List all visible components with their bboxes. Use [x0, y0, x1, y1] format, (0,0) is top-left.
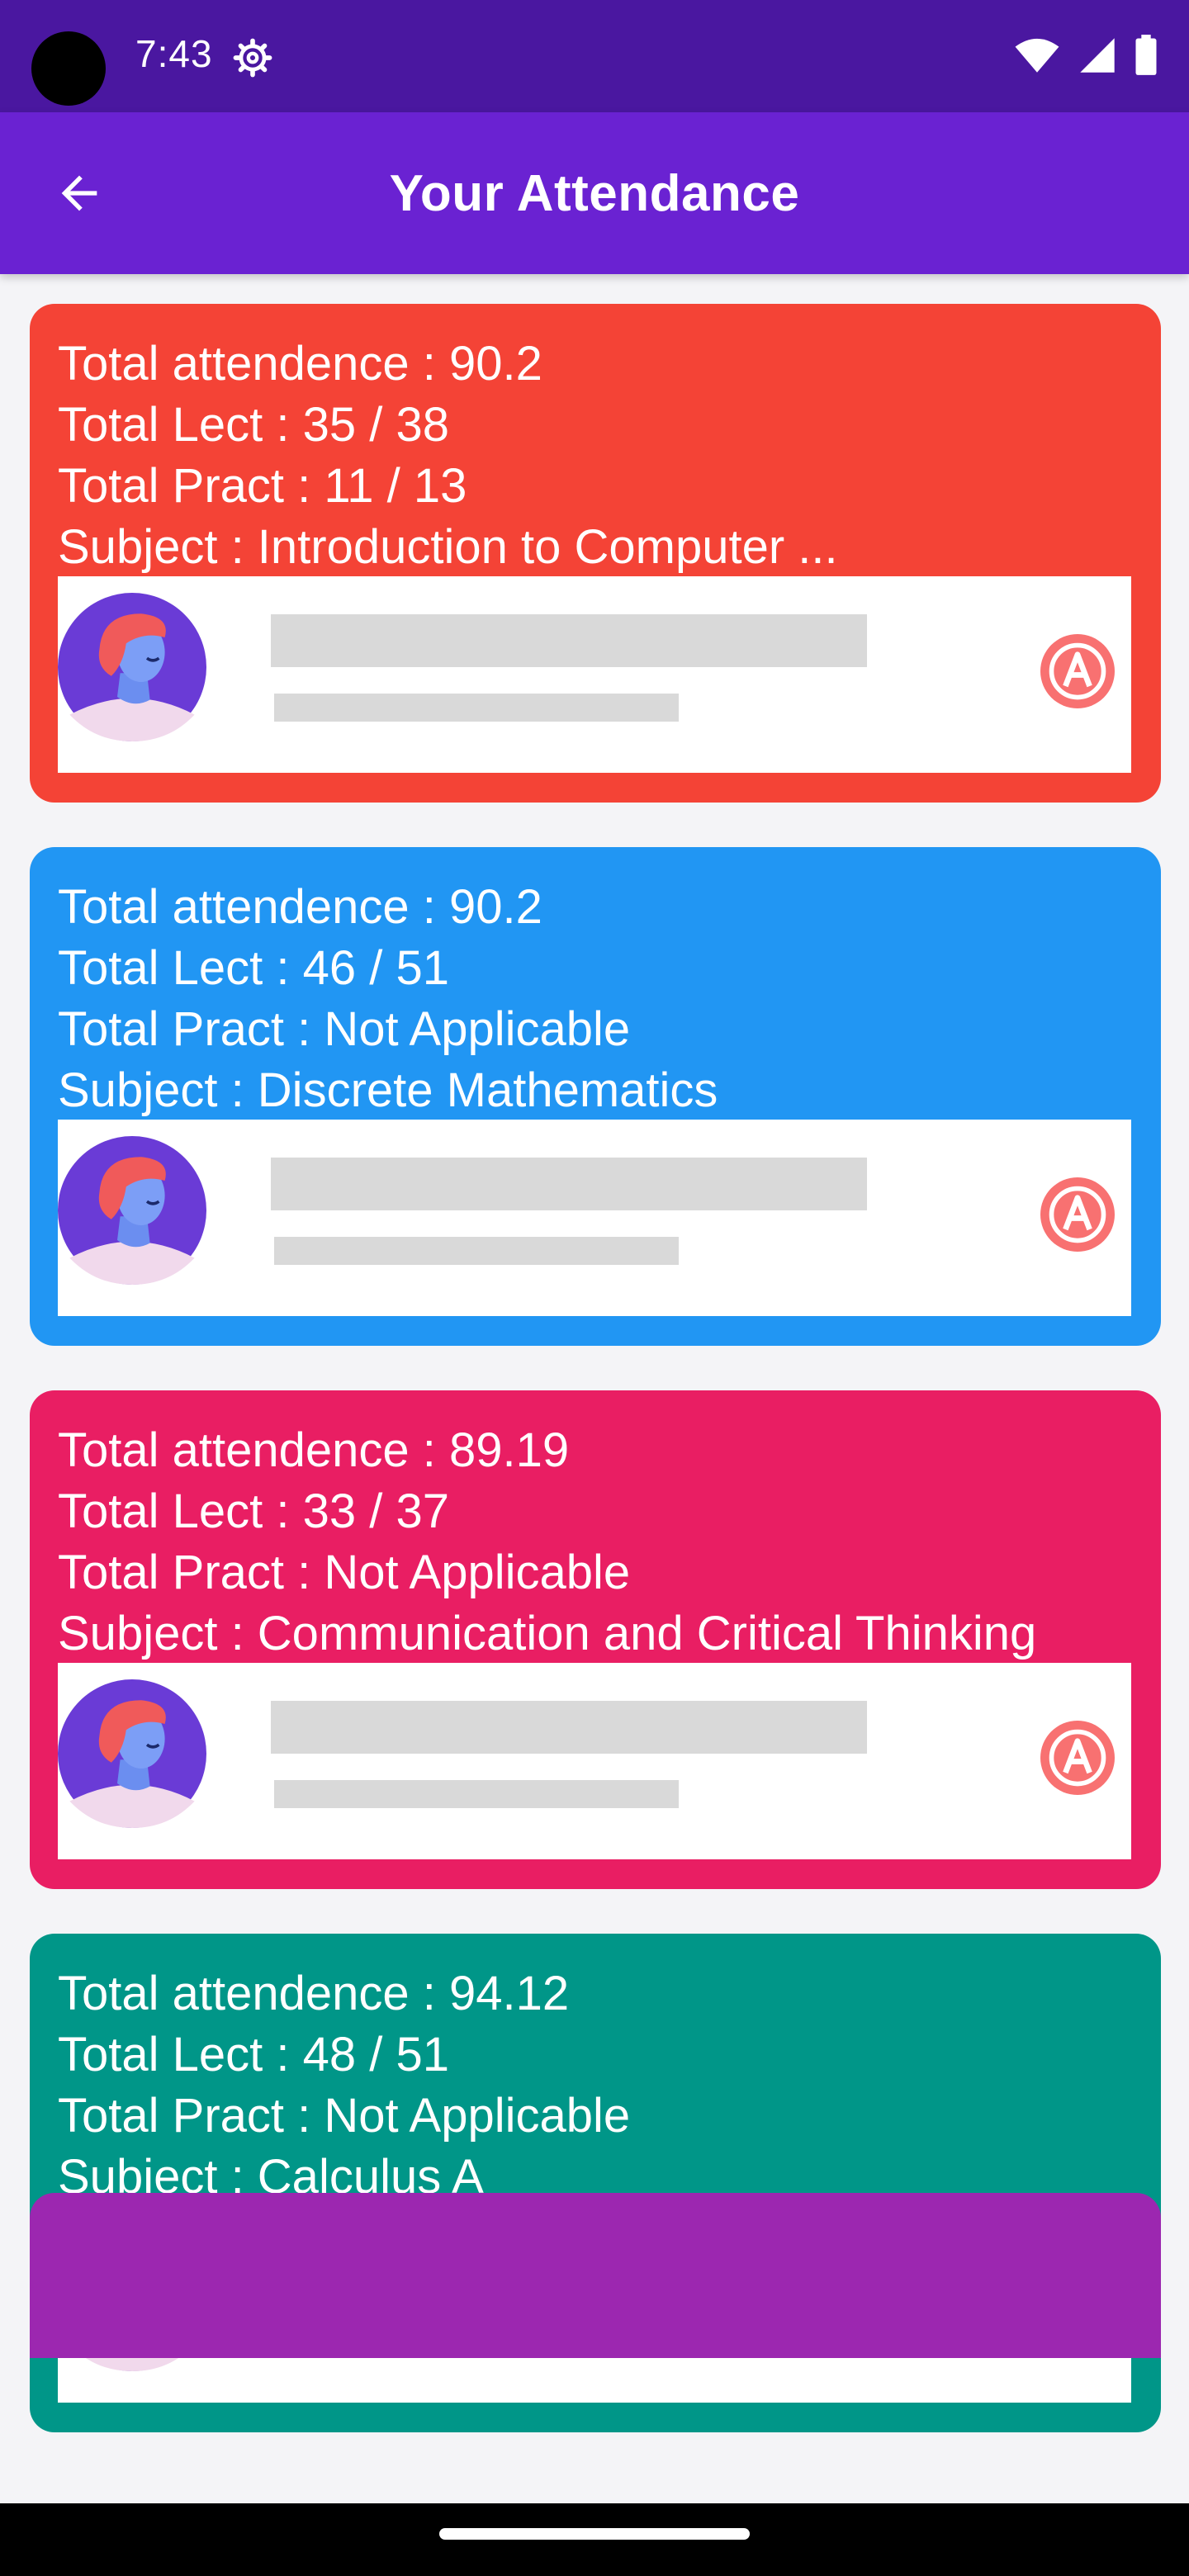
app-bar: Your Attendance [0, 112, 1189, 274]
ad-placeholder-title [271, 1158, 867, 1210]
person-avatar-icon [58, 1136, 206, 1285]
status-bar: 7:43 [0, 0, 1189, 112]
ad-placeholder-subtitle [274, 1237, 679, 1265]
arrow-back-icon [61, 175, 97, 211]
system-nav-bar [0, 2503, 1189, 2576]
ad-placeholder-subtitle [274, 694, 679, 722]
total-attendance: Total attendence : 89.19 [58, 1423, 570, 1477]
ad-badge-icon [1040, 1177, 1115, 1252]
card-details: Total attendence : 90.2 Total Lect : 35 … [58, 334, 1139, 578]
ad-banner[interactable] [58, 1663, 1131, 1859]
ad-placeholder-subtitle [274, 1780, 679, 1808]
subject-name: Subject : Discrete Mathematics [58, 1063, 718, 1117]
camera-cutout [31, 31, 106, 106]
person-avatar-icon [58, 1679, 206, 1828]
ad-badge-icon [1040, 1721, 1115, 1795]
wifi-icon [1015, 38, 1059, 73]
person-avatar-icon [58, 593, 206, 741]
battery-icon [1135, 35, 1157, 75]
total-attendance: Total attendence : 90.2 [58, 337, 542, 391]
attendance-list[interactable]: Total attendence : 90.2 Total Lect : 35 … [0, 274, 1189, 2503]
card-details: Total attendence : 94.12 Total Lect : 48… [58, 1963, 1139, 2208]
settings-gear-icon [233, 38, 272, 78]
signal-icon [1080, 38, 1115, 73]
ad-badge-icon [1040, 634, 1115, 708]
attendance-card-partial[interactable] [30, 2193, 1161, 2358]
total-lectures: Total Lect : 35 / 38 [58, 398, 449, 452]
ad-banner[interactable] [58, 1120, 1131, 1316]
total-practicals: Total Pract : Not Applicable [58, 1546, 631, 1599]
attendance-card[interactable]: Total attendence : 90.2 Total Lect : 46 … [30, 847, 1161, 1346]
home-gesture-handle[interactable] [439, 2528, 750, 2540]
total-practicals: Total Pract : Not Applicable [58, 2089, 631, 2143]
total-attendance: Total attendence : 90.2 [58, 880, 542, 934]
card-details: Total attendence : 90.2 Total Lect : 46 … [58, 877, 1139, 1121]
total-lectures: Total Lect : 33 / 37 [58, 1485, 449, 1538]
ad-placeholder-title [271, 1701, 867, 1754]
status-icons [1014, 35, 1158, 76]
total-lectures: Total Lect : 46 / 51 [58, 941, 449, 995]
card-details: Total attendence : 89.19 Total Lect : 33… [58, 1420, 1139, 1664]
status-time: 7:43 [135, 32, 213, 75]
subject-name: Subject : Introduction to Computer ... [58, 520, 838, 574]
subject-name: Subject : Communication and Critical Thi… [58, 1607, 1037, 1660]
total-lectures: Total Lect : 48 / 51 [58, 2028, 449, 2081]
page-title: Your Attendance [389, 164, 800, 222]
attendance-card[interactable]: Total attendence : 90.2 Total Lect : 35 … [30, 304, 1161, 803]
total-practicals: Total Pract : Not Applicable [58, 1002, 631, 1056]
total-practicals: Total Pract : 11 / 13 [58, 459, 467, 513]
ad-placeholder-title [271, 614, 867, 667]
total-attendance: Total attendence : 94.12 [58, 1967, 570, 2020]
back-button[interactable] [46, 160, 112, 226]
ad-banner[interactable] [58, 576, 1131, 773]
attendance-card[interactable]: Total attendence : 89.19 Total Lect : 33… [30, 1390, 1161, 1889]
